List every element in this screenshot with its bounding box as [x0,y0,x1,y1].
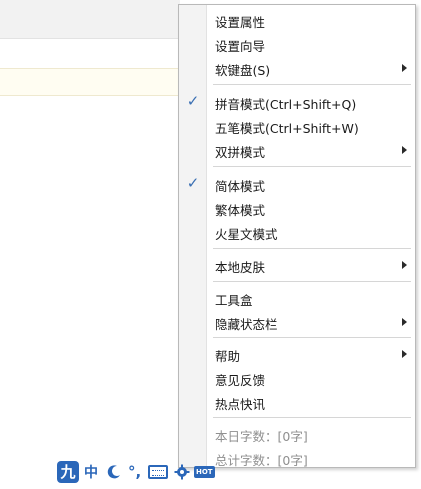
menu-item-label: 火星文模式 [215,227,278,242]
menu-item-label: 简体模式 [215,179,266,194]
menu-item-label: 工具盒 [215,293,253,308]
menu-separator [213,248,411,249]
menu-item-toolbox[interactable]: 工具盒 [179,286,415,310]
submenu-arrow-icon [402,146,407,154]
menu-item-settings[interactable]: 设置属性 [179,8,415,32]
menu-item-today-word-count: 本日字数：[0字] [179,422,415,446]
checkmark-icon: ✓ [186,174,200,192]
menu-item-label: 意见反馈 [215,373,266,388]
menu-item-feedback[interactable]: 意见反馈 [179,366,415,390]
menu-item-simplified-mode[interactable]: ✓ 简体模式 [179,172,415,196]
menu-item-shuangpin-mode[interactable]: 双拼模式 [179,138,415,162]
menu-item-label: 繁体模式 [215,203,266,218]
menu-item-label: 拼音模式(Ctrl+Shift+Q) [215,97,357,112]
menu-separator [213,337,411,338]
menu-item-wubi-mode[interactable]: 五笔模式(Ctrl+Shift+W) [179,114,415,138]
menu-item-martian-mode[interactable]: 火星文模式 [179,220,415,244]
gear-icon[interactable] [174,464,190,480]
menu-item-label: 热点快讯 [215,397,266,412]
menu-separator [213,166,411,167]
submenu-arrow-icon [402,318,407,326]
menu-item-soft-keyboard[interactable]: 软键盘(S) [179,56,415,80]
menu-item-local-skins[interactable]: 本地皮肤 [179,253,415,277]
keyboard-icon[interactable] [148,465,168,479]
submenu-arrow-icon [402,64,407,72]
ime-logo-icon[interactable]: 九 [57,461,79,483]
menu-item-label: 五笔模式(Ctrl+Shift+W) [215,121,359,136]
menu-item-label: 本地皮肤 [215,260,266,275]
menu-separator [213,417,411,418]
menu-item-label: 隐藏状态栏 [215,317,278,332]
menu-item-label: 双拼模式 [215,145,266,160]
menu-item-label: 设置向导 [215,39,266,54]
background-window-highlight-row [0,68,180,96]
menu-separator [213,281,411,282]
screen: 设置属性 设置向导 软键盘(S) ✓ 拼音模式(Ctrl+Shift+Q) 五笔… [0,0,421,489]
menu-item-traditional-mode[interactable]: 繁体模式 [179,196,415,220]
menu-item-setup-wizard[interactable]: 设置向导 [179,32,415,56]
ime-status-bar: 九 中 °, HOT [57,461,217,483]
submenu-arrow-icon [402,350,407,358]
hot-badge-icon[interactable]: HOT [194,466,215,478]
submenu-arrow-icon [402,261,407,269]
menu-item-label: 软键盘(S) [215,63,271,78]
menu-separator [213,84,411,85]
menu-item-help[interactable]: 帮助 [179,342,415,366]
background-window-header [0,0,180,39]
punctuation-icon[interactable]: °, [128,463,142,481]
menu-item-label: 帮助 [215,349,241,364]
chinese-mode-icon[interactable]: 中 [84,462,100,482]
menu-item-label: 本日字数：[0字] [215,429,308,444]
moon-halfwidth-icon[interactable] [106,464,122,480]
menu-item-hot-news[interactable]: 热点快讯 [179,390,415,414]
menu-item-label: 总计字数：[0字] [215,453,308,468]
checkmark-icon: ✓ [186,92,200,110]
menu-item-label: 设置属性 [215,15,266,30]
ime-context-menu: 设置属性 设置向导 软键盘(S) ✓ 拼音模式(Ctrl+Shift+Q) 五笔… [178,4,416,468]
menu-item-pinyin-mode[interactable]: ✓ 拼音模式(Ctrl+Shift+Q) [179,90,415,114]
menu-item-hide-status-bar[interactable]: 隐藏状态栏 [179,310,415,334]
